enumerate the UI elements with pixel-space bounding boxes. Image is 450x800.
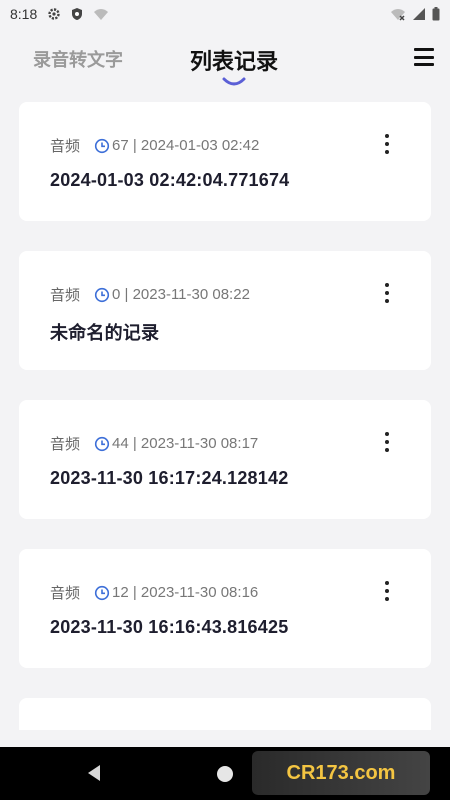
tab-speech-to-text[interactable]: 录音转文字: [33, 46, 123, 72]
shield-icon: [72, 8, 83, 20]
watermark-logo: CR173.com: [252, 751, 430, 795]
record-title: 2023-11-30 16:16:43.816425: [50, 617, 289, 637]
wifi-question-icon: [94, 9, 109, 20]
record-info: 44 | 2023-11-30 08:17: [112, 435, 259, 452]
clock-icon: [94, 287, 110, 302]
more-options-icon[interactable]: [383, 283, 391, 303]
record-card-partial[interactable]: [19, 698, 431, 730]
record-type: 音频: [50, 287, 81, 304]
battery-icon: [432, 7, 440, 21]
record-title: 未命名的记录: [50, 323, 160, 343]
tab-record-list[interactable]: 列表记录: [190, 44, 278, 76]
watermark-text: CR173.com: [286, 761, 396, 784]
record-card[interactable]: 音频 44 | 2023-11-30 08:17 2023-11-30 16:1…: [19, 400, 431, 519]
more-options-icon[interactable]: [383, 581, 391, 601]
record-type: 音频: [50, 585, 81, 602]
record-type: 音频: [50, 436, 81, 453]
record-meta: 音频 12 | 2023-11-30 08:16: [50, 582, 258, 603]
record-meta: 音频 0 | 2023-11-30 08:22: [50, 284, 250, 305]
record-title: 2024-01-03 02:42:04.771674: [50, 170, 290, 190]
menu-icon[interactable]: [414, 48, 434, 66]
record-meta: 音频 44 | 2023-11-30 08:17: [50, 433, 258, 454]
signal-icon: [413, 8, 425, 20]
record-card[interactable]: 音频 67 | 2024-01-03 02:42 2024-01-03 02:4…: [19, 102, 431, 221]
clock-icon: [94, 138, 110, 153]
record-card[interactable]: 音频 0 | 2023-11-30 08:22 未命名的记录: [19, 251, 431, 370]
home-icon[interactable]: [217, 766, 233, 782]
settings-icon: [48, 8, 60, 20]
back-icon[interactable]: [86, 764, 102, 782]
record-list: 音频 67 | 2024-01-03 02:42 2024-01-03 02:4…: [19, 102, 431, 730]
record-type: 音频: [50, 138, 81, 155]
app-header: 录音转文字 列表记录: [0, 28, 450, 98]
wifi-off-icon: [391, 9, 405, 21]
more-options-icon[interactable]: [383, 134, 391, 154]
record-info: 0 | 2023-11-30 08:22: [112, 286, 250, 303]
record-info: 12 | 2023-11-30 08:16: [112, 584, 259, 601]
record-title: 2023-11-30 16:17:24.128142: [50, 468, 289, 488]
more-options-icon[interactable]: [383, 432, 391, 452]
clock-icon: [94, 436, 110, 451]
status-time: 8:18: [10, 6, 38, 22]
record-card[interactable]: 音频 12 | 2023-11-30 08:16 2023-11-30 16:1…: [19, 549, 431, 668]
status-bar: 8:18: [0, 0, 450, 28]
record-info: 67 | 2024-01-03 02:42: [112, 137, 260, 154]
system-nav-bar: CR173.com: [0, 747, 450, 800]
record-meta: 音频 67 | 2024-01-03 02:42: [50, 135, 259, 156]
clock-icon: [94, 585, 110, 600]
tab-active-indicator: [222, 77, 246, 86]
